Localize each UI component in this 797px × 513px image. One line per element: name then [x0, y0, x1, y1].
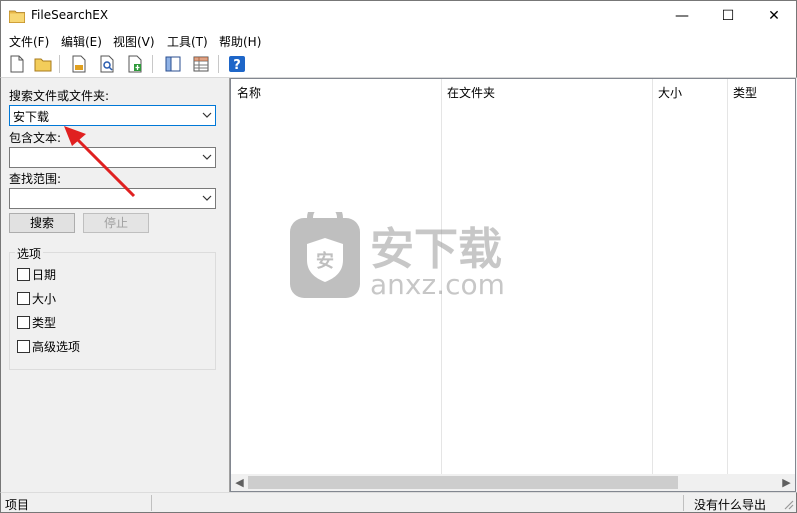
- maximize-button[interactable]: ☐: [705, 1, 751, 31]
- toolbar-separator: [152, 55, 153, 73]
- menu-bar: 文件(F) 编辑(E) 视图(V) 工具(T) 帮助(H): [0, 30, 797, 51]
- options-title: 选项: [15, 245, 44, 262]
- option-type[interactable]: 类型: [17, 314, 56, 330]
- svg-text:安: 安: [316, 250, 334, 272]
- advanced-checkbox[interactable]: [17, 339, 30, 353]
- title-bar: FileSearchEX — ☐ ✕: [0, 0, 797, 30]
- option-advanced[interactable]: 高级选项: [17, 338, 80, 354]
- new-file-icon[interactable]: [7, 54, 27, 74]
- svg-text:?: ?: [233, 58, 241, 73]
- maximize-icon: ☐: [721, 8, 735, 24]
- close-icon: ✕: [768, 8, 780, 24]
- status-separator: [683, 495, 684, 511]
- search-scope-label: 查找范围:: [9, 172, 62, 186]
- column-divider: [652, 79, 653, 474]
- toolbar-separator: [218, 55, 219, 73]
- status-message: 没有什么导出: [693, 498, 766, 512]
- app-folder-icon: [9, 10, 25, 23]
- toolbar-separator: [59, 55, 60, 73]
- search-button[interactable]: 搜索: [9, 213, 75, 233]
- scroll-left-icon[interactable]: ◀: [231, 474, 248, 491]
- column-header-size[interactable]: 大小: [652, 79, 682, 103]
- column-header-name[interactable]: 名称: [231, 79, 261, 103]
- export-icon[interactable]: [125, 54, 145, 74]
- size-label: 大小: [32, 291, 57, 306]
- status-items-label: 项目: [5, 498, 30, 512]
- menu-edit[interactable]: 编辑(E): [61, 33, 102, 50]
- close-button[interactable]: ✕: [751, 1, 797, 31]
- menu-view[interactable]: 视图(V): [113, 33, 155, 50]
- column-header-type[interactable]: 类型: [727, 79, 757, 103]
- window-title: FileSearchEX: [31, 8, 109, 22]
- menu-tools[interactable]: 工具(T): [167, 33, 208, 50]
- column-header-folder[interactable]: 在文件夹: [441, 79, 495, 103]
- status-bar: 项目 没有什么导出: [0, 492, 797, 513]
- help-icon[interactable]: ?: [227, 54, 247, 74]
- search-name-value: 安下载: [13, 110, 50, 124]
- status-separator: [151, 495, 152, 511]
- column-divider: [727, 79, 728, 474]
- menu-file[interactable]: 文件(F): [9, 33, 49, 50]
- search-scope-combo[interactable]: [9, 188, 216, 209]
- search-panel: 搜索文件或文件夹: 安下载 包含文本: 查找范围: 搜索 停止 选项 日期 大小…: [0, 78, 226, 492]
- option-size[interactable]: 大小: [17, 290, 56, 306]
- chevron-down-icon[interactable]: [202, 194, 212, 202]
- search-name-label: 搜索文件或文件夹:: [9, 89, 110, 103]
- contains-text-combo[interactable]: [9, 147, 216, 168]
- open-folder-icon[interactable]: [33, 54, 53, 74]
- scrollbar-thumb[interactable]: [248, 476, 678, 489]
- toolbar: ?: [0, 51, 797, 78]
- advanced-label: 高级选项: [32, 339, 81, 354]
- save-icon[interactable]: [69, 54, 89, 74]
- minimize-button[interactable]: —: [659, 1, 705, 31]
- resize-grip-icon[interactable]: [782, 498, 794, 510]
- watermark-en-text: anxz.com: [370, 268, 505, 301]
- size-checkbox[interactable]: [17, 291, 30, 305]
- date-checkbox[interactable]: [17, 267, 30, 281]
- minimize-icon: —: [675, 8, 689, 24]
- search-name-combo[interactable]: 安下载: [9, 105, 216, 126]
- type-checkbox[interactable]: [17, 315, 30, 329]
- chevron-down-icon[interactable]: [202, 153, 212, 161]
- horizontal-scrollbar[interactable]: ◀ ▶: [231, 474, 795, 491]
- type-label: 类型: [32, 315, 57, 330]
- find-icon[interactable]: [97, 54, 117, 74]
- scroll-right-icon[interactable]: ▶: [778, 474, 795, 491]
- watermark-logo: 安 安下载 anxz.com: [290, 212, 505, 301]
- chevron-down-icon[interactable]: [202, 111, 212, 119]
- option-date[interactable]: 日期: [17, 266, 56, 282]
- date-label: 日期: [32, 267, 57, 282]
- stop-button[interactable]: 停止: [83, 213, 149, 233]
- menu-help[interactable]: 帮助(H): [219, 33, 261, 50]
- panel-layout-icon[interactable]: [163, 54, 183, 74]
- contains-text-label: 包含文本:: [9, 131, 62, 145]
- grid-view-icon[interactable]: [191, 54, 211, 74]
